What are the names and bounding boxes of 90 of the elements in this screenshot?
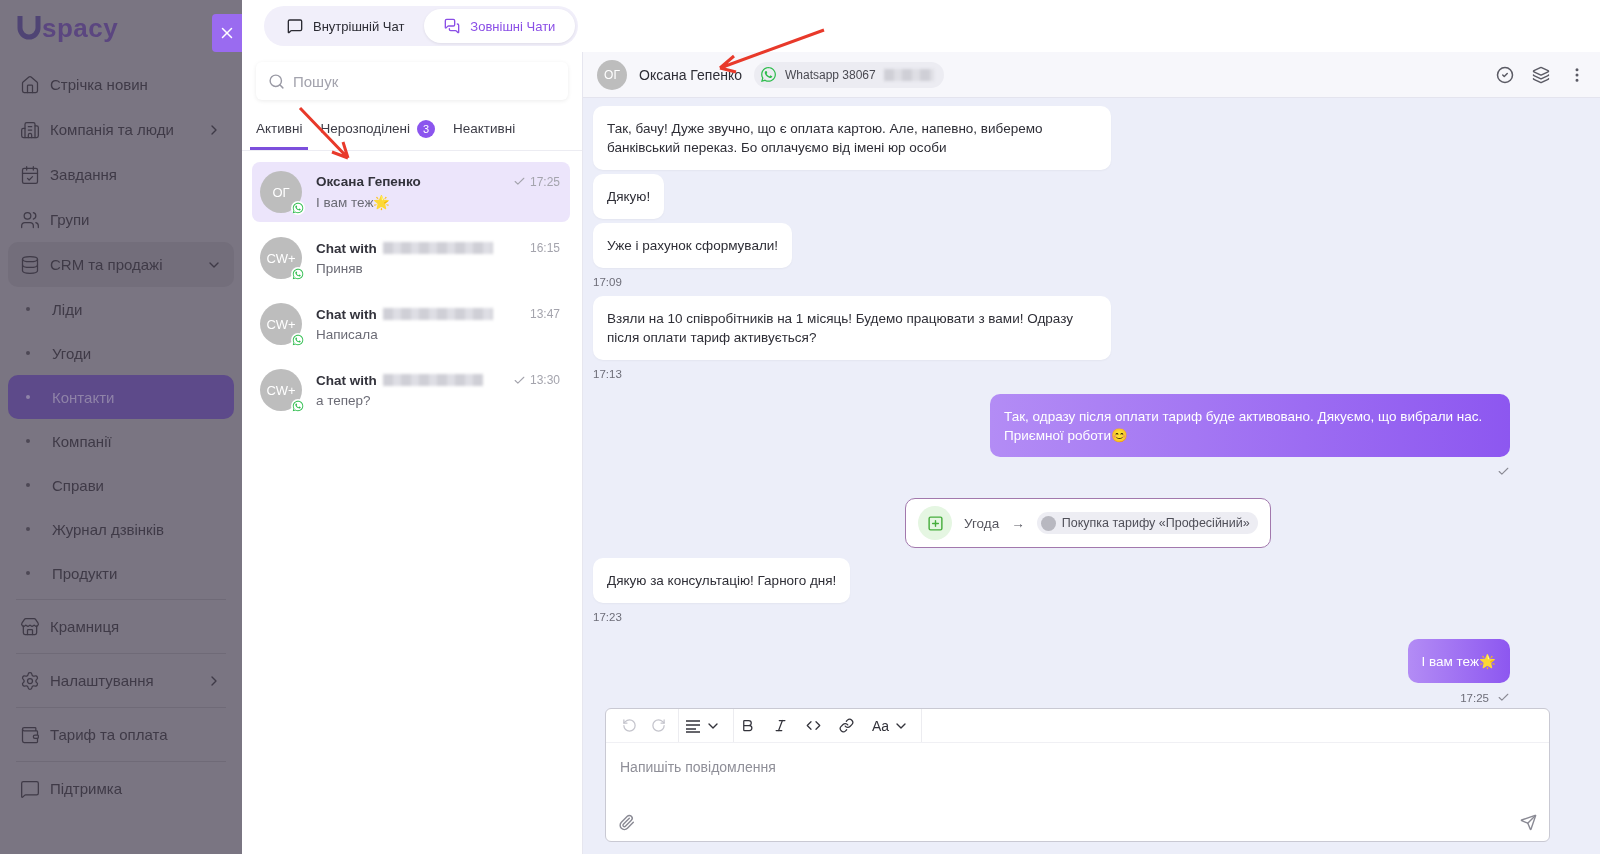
chat-row[interactable]: CW+ Chat with 13:30 а тепер? <box>252 360 570 420</box>
message-bubble: Так, одразу після оплати тариф буде активовано. Дякуємо, що вибрали нас. Приємної роботи😊 <box>990 394 1510 457</box>
nav-icon <box>20 119 40 140</box>
contact-name: Оксана Гепенко <box>639 66 742 83</box>
code-icon[interactable] <box>806 718 821 733</box>
nav-icon <box>20 778 40 799</box>
arrow-glyph: → <box>1011 515 1025 531</box>
sidebar-item[interactable]: Налаштування <box>8 658 234 703</box>
sidebar-subitem[interactable]: Компанії <box>8 419 234 463</box>
nav-icon <box>20 616 40 637</box>
message-bubble: Так, бачу! Дуже звучно, що є оплата картою. Але, напевно, виберемо банківський переказ. Бо оплачуємо від імені юр особи <box>593 106 1111 170</box>
paperclip-icon[interactable] <box>618 814 635 831</box>
send-icon[interactable] <box>1520 814 1537 831</box>
chat-bubbles-icon <box>444 18 461 34</box>
deal-card[interactable]: Угода → Покупка тарифу «Професійний» <box>905 498 1271 548</box>
chat-row[interactable]: CW+ Chat with 16:15 Приняв <box>252 228 570 288</box>
deal-label: Угода <box>964 515 1000 531</box>
bold-icon[interactable] <box>740 718 755 733</box>
list-tab[interactable]: Неактивні <box>447 110 522 150</box>
avatar: ОГ <box>597 59 627 90</box>
chat-bubble-icon <box>287 18 303 34</box>
message-bubble: Уже і рахунок сформували! <box>593 223 793 268</box>
check-circle-icon[interactable] <box>1496 65 1514 84</box>
avatar: CW+ <box>260 237 302 279</box>
message-bubble: Дякую за консультацію! Гарного дня! <box>593 558 851 603</box>
sidebar-item[interactable]: Компанія та люди <box>8 107 234 152</box>
message-composer[interactable]: Aa Напишіть повідомлення <box>605 708 1550 842</box>
stack-icon[interactable] <box>1532 65 1550 84</box>
sidebar-item[interactable]: Тариф та оплата <box>8 712 234 757</box>
sidebar-item[interactable]: Підтримка <box>8 766 234 811</box>
chat-preview: а тепер? <box>316 392 372 408</box>
avatar <box>1040 515 1056 531</box>
chat-preview: Приняв <box>316 260 364 276</box>
nav-icon <box>20 254 40 275</box>
whatsapp-icon <box>291 267 305 281</box>
chat-row[interactable]: CW+ Chat with 13:47 Написала <box>252 294 570 354</box>
align-icon <box>685 718 701 733</box>
message-bubble: І вам теж🌟 <box>1407 639 1510 683</box>
sidebar-item[interactable]: Завдання <box>8 152 234 197</box>
chat-time: 13:47 <box>529 307 560 321</box>
message-time: 17:13 <box>593 368 622 380</box>
chat-preview: І вам теж🌟 <box>316 194 392 210</box>
whatsapp-icon <box>291 399 305 413</box>
whatsapp-icon <box>291 333 305 347</box>
avatar: ОГ <box>260 171 302 213</box>
message-bubble: Взяли на 10 співробітників на 1 місяць! Будемо працювати з вами! Одразу після оплати тариф активується? <box>593 296 1111 360</box>
nav-icon <box>20 670 40 691</box>
sidebar-subitem[interactable]: Ліди <box>8 287 234 331</box>
top-tab[interactable]: Зовнішні Чати <box>424 9 576 43</box>
chat-name: Chat with <box>316 372 377 388</box>
chat-time: 13:30 <box>529 373 560 387</box>
search-field[interactable]: Пошук <box>256 62 568 100</box>
chat-time: 17:25 <box>529 174 560 189</box>
list-tab[interactable]: Нерозподілені 3 <box>314 110 441 150</box>
chat-name: Chat with <box>316 240 377 256</box>
sidebar-subitem[interactable]: Продукти <box>8 551 234 595</box>
chat-preview: Написала <box>316 326 379 342</box>
message-bubble: Дякую! <box>593 174 665 219</box>
channel-chip: Whatsapp 38067 <box>753 61 944 88</box>
sidebar-subitem[interactable]: Справи <box>8 463 234 507</box>
search-icon <box>268 73 285 90</box>
top-tab[interactable]: Внутрішній Чат <box>267 9 425 43</box>
sidebar-item[interactable]: Крамниця <box>8 604 234 649</box>
link-icon[interactable] <box>839 718 854 733</box>
font-size-dropdown[interactable]: Aa <box>872 717 910 734</box>
chat-name: Chat with <box>316 306 377 322</box>
count-badge: 3 <box>417 119 435 138</box>
italic-icon[interactable] <box>773 718 788 733</box>
deal-chip[interactable]: Покупка тарифу «Професійний» <box>1036 512 1258 534</box>
sidebar-subitem[interactable]: Журнал дзвінків <box>8 507 234 551</box>
message-time: 17:25 <box>1460 691 1489 704</box>
sidebar-item[interactable]: Групи <box>8 197 234 242</box>
nav-icon <box>20 164 40 185</box>
nav-icon <box>20 74 40 95</box>
chat-time: 16:15 <box>529 241 560 255</box>
whatsapp-icon <box>759 66 777 83</box>
avatar: CW+ <box>260 303 302 345</box>
avatar: CW+ <box>260 369 302 411</box>
chat-name: Оксана Гепенко <box>316 174 421 189</box>
sidebar-subitem[interactable]: Угоди <box>8 331 234 375</box>
list-tab[interactable]: Активні <box>250 110 309 150</box>
chat-row[interactable]: ОГ Оксана Гепенко 17:25 І вам теж🌟 <box>252 162 570 222</box>
nav-icon <box>20 209 40 230</box>
whatsapp-icon <box>291 201 305 215</box>
sidebar-item[interactable]: Стрічка новин <box>8 62 234 107</box>
nav-icon <box>20 724 40 745</box>
logo-mark-icon <box>16 14 42 42</box>
message-time: 17:09 <box>593 276 622 288</box>
sidebar-subitem[interactable]: Контакти <box>8 375 234 419</box>
message-time: 17:23 <box>593 611 622 623</box>
